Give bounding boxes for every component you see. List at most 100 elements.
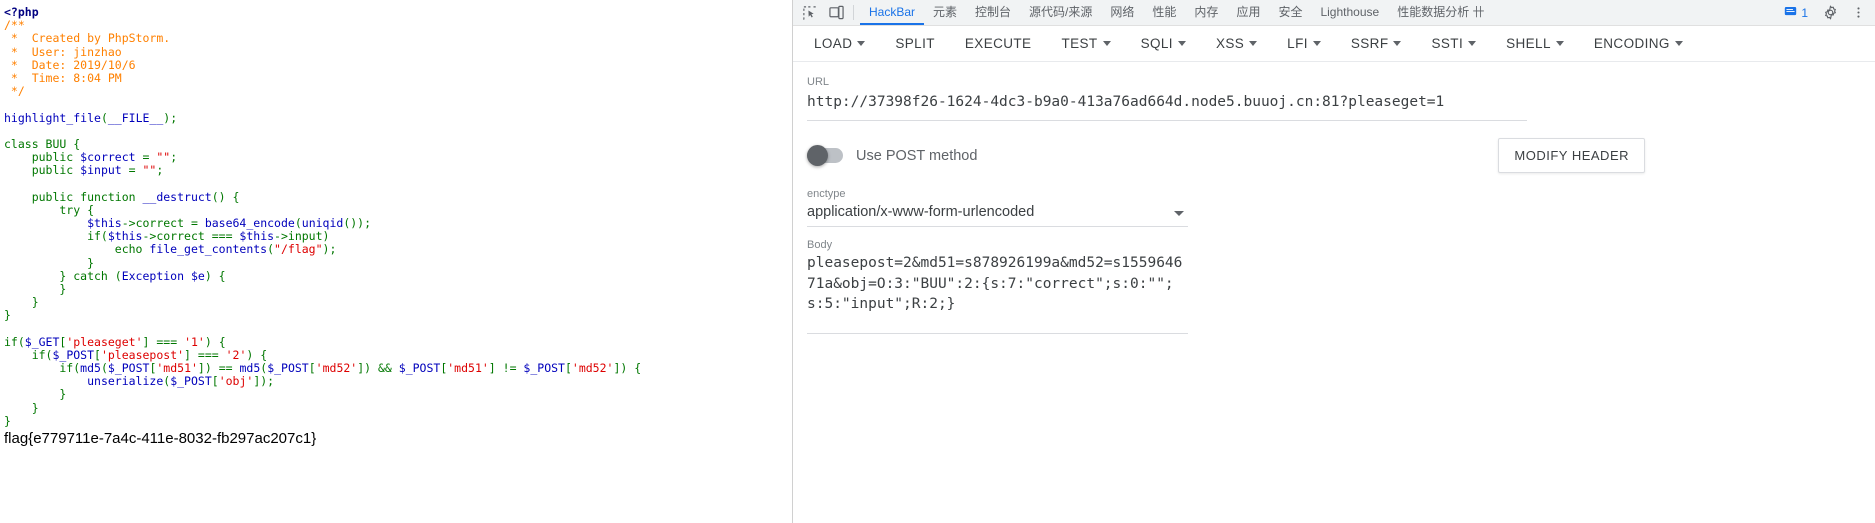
hackbar-ssrf-button[interactable]: SSRF [1336, 26, 1417, 61]
inspect-element-icon[interactable] [797, 0, 823, 25]
enctype-selected-value: application/x-www-form-urlencoded [807, 202, 1188, 227]
code-token: 'obj' [218, 374, 254, 389]
chevron-down-icon [1177, 41, 1186, 46]
hackbar-form: URL http://37398f26-1624-4dc3-b9a0-413a7… [793, 62, 1875, 523]
code-line: public function __destruct() { [4, 190, 792, 204]
body-field-group: Body pleasepost=2&md51=s878926199a&md52=… [807, 239, 1875, 334]
code-token: class BUU { [4, 136, 81, 151]
code-token: = [135, 150, 157, 165]
url-input[interactable]: http://37398f26-1624-4dc3-b9a0-413a76ad6… [807, 90, 1527, 121]
gear-icon[interactable] [1817, 5, 1843, 20]
chevron-down-icon [1312, 41, 1321, 46]
code-token: $_POST [107, 361, 150, 376]
code-line: } [4, 281, 792, 296]
tab-label: 网络 [1110, 5, 1135, 19]
code-line: * Created by PhpStorm. [4, 32, 792, 45]
code-token: Exception [121, 268, 185, 283]
use-post-method-toggle[interactable] [807, 145, 843, 166]
message-bubble-icon [1784, 5, 1797, 21]
button-label: XSS [1215, 36, 1245, 51]
code-token: __FILE__ [107, 110, 164, 125]
message-count-indicator[interactable]: 1 [1777, 5, 1815, 21]
hackbar-xss-button[interactable]: XSS [1201, 26, 1272, 61]
button-label: SHELL [1506, 36, 1551, 51]
url-label: URL [807, 76, 830, 88]
code-token: } [4, 308, 11, 323]
code-token: ) { [204, 268, 226, 283]
code-line: } [4, 388, 792, 401]
more-vertical-icon[interactable] [1845, 6, 1871, 19]
code-token: ( [100, 110, 108, 125]
tab-performance[interactable]: 性能 [1143, 0, 1185, 25]
hackbar-ssti-button[interactable]: SSTI [1416, 26, 1491, 61]
hackbar-sqli-button[interactable]: SQLI [1126, 26, 1201, 61]
code-token: public [4, 150, 81, 165]
hackbar-lfi-button[interactable]: LFI [1272, 26, 1336, 61]
hackbar-encoding-button[interactable]: ENCODING [1579, 26, 1698, 61]
code-token: if( [4, 334, 25, 349]
code-token: base64_encode [204, 216, 295, 230]
code-token: */ [4, 84, 25, 99]
code-line: } catch (Exception $e) { [4, 268, 792, 283]
enctype-select[interactable]: application/x-www-form-urlencoded [807, 202, 1188, 227]
tab-label: 控制台 [975, 5, 1012, 19]
tab-lighthouse[interactable]: Lighthouse [1311, 0, 1388, 25]
code-token: <?php [4, 5, 39, 19]
tab-performance-insights[interactable]: 性能数据分析 卄 [1388, 0, 1493, 25]
hackbar-test-button[interactable]: TEST [1046, 26, 1125, 61]
tab-console[interactable]: 控制台 [966, 0, 1020, 25]
code-token: $_POST [52, 347, 95, 362]
code-token: ] != [488, 361, 524, 376]
tab-label: 元素 [933, 5, 958, 19]
code-token: ]) && [357, 361, 399, 376]
code-token: $_GET [24, 334, 60, 349]
hackbar-split-button[interactable]: SPLIT [880, 26, 950, 61]
code-line: * Date: 2019/10/6 [4, 58, 792, 72]
code-token: } [4, 387, 67, 402]
tab-label: HackBar [869, 4, 916, 19]
code-token: ; [156, 163, 164, 178]
devtools-tab-strip: HackBar 元素 控制台 源代码/来源 网络 性能 内存 应用 安全 Lig… [793, 0, 1875, 26]
code-token: uniqid [301, 216, 344, 230]
body-input[interactable]: pleasepost=2&md51=s878926199a&md52=s1559… [807, 253, 1188, 323]
message-count-value: 1 [1801, 5, 1808, 20]
button-label: SSTI [1431, 36, 1464, 51]
code-token: $correct [80, 150, 136, 165]
tab-label: 性能数据分析 卄 [1397, 5, 1485, 19]
code-line: <?php [4, 5, 792, 19]
code-token: } [4, 413, 11, 428]
hackbar-shell-button[interactable]: SHELL [1491, 26, 1579, 61]
post-method-row: Use POST method MODIFY HEADER [807, 138, 1875, 173]
code-token: ->correct === [142, 229, 240, 244]
button-label: SPLIT [895, 36, 935, 51]
code-token: [ [308, 361, 316, 376]
code-token: * User: jinzhao [4, 44, 122, 59]
tab-network[interactable]: 网络 [1101, 0, 1143, 25]
button-label: ENCODING [1593, 36, 1670, 51]
tab-elements[interactable]: 元素 [924, 0, 966, 25]
hackbar-execute-button[interactable]: EXECUTE [950, 26, 1047, 61]
device-toolbar-icon[interactable] [823, 0, 849, 25]
tab-label: 内存 [1194, 5, 1219, 19]
hackbar-load-button[interactable]: LOAD [799, 26, 880, 61]
tab-sources[interactable]: 源代码/来源 [1020, 0, 1101, 25]
code-token: } [4, 281, 67, 296]
code-token: ; [170, 150, 178, 165]
tab-hackbar[interactable]: HackBar [860, 0, 925, 25]
code-line: */ [4, 85, 792, 98]
chevron-down-icon [1102, 41, 1111, 46]
tab-application[interactable]: 应用 [1227, 0, 1269, 25]
php-source-listing: <?php/** * Created by PhpStorm. * User: … [0, 0, 792, 428]
tab-memory[interactable]: 内存 [1185, 0, 1227, 25]
code-token: file_get_contents [149, 242, 268, 257]
modify-header-button[interactable]: MODIFY HEADER [1498, 138, 1645, 173]
code-token: $_POST [170, 374, 212, 389]
code-line: } [4, 296, 792, 309]
tab-security[interactable]: 安全 [1269, 0, 1311, 25]
code-token: } [4, 295, 39, 310]
code-token: $_POST [267, 361, 309, 376]
code-line: } [4, 401, 792, 415]
chevron-down-icon [1393, 41, 1402, 46]
